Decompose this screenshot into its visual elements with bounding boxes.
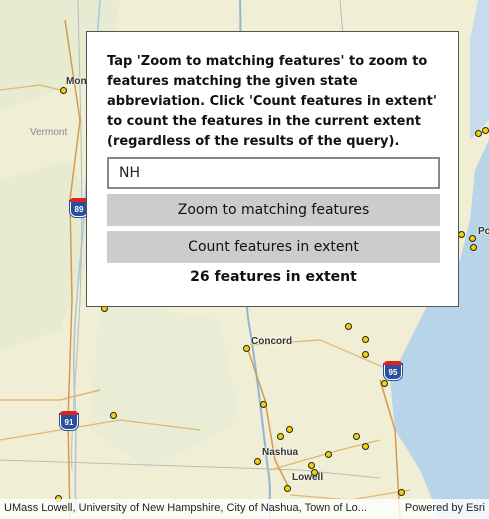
place-label-nashua: Nashua xyxy=(262,447,299,458)
feature-point[interactable] xyxy=(381,380,388,387)
highway-shield-i95: 95 xyxy=(384,361,402,380)
feature-point[interactable] xyxy=(325,451,332,458)
feature-point[interactable] xyxy=(345,323,352,330)
highway-shield-i91: 91 xyxy=(60,411,78,430)
feature-point[interactable] xyxy=(458,231,465,238)
attribution-text[interactable]: UMass Lowell, University of New Hampshir… xyxy=(4,502,394,514)
place-label-concord: Concord xyxy=(251,336,293,347)
result-text: 26 features in extent xyxy=(190,269,357,285)
query-panel: Tap 'Zoom to matching features' to zoom … xyxy=(86,31,459,307)
feature-point[interactable] xyxy=(398,489,405,496)
state-label-vermont: Vermont xyxy=(30,127,68,138)
feature-point[interactable] xyxy=(362,351,369,358)
count-features-in-extent-button[interactable]: Count features in extent xyxy=(107,231,440,263)
instructions-text: Tap 'Zoom to matching features' to zoom … xyxy=(107,54,437,149)
feature-point[interactable] xyxy=(362,443,369,450)
attribution-bar: UMass Lowell, University of New Hampshir… xyxy=(0,499,489,519)
feature-point[interactable] xyxy=(353,433,360,440)
feature-point[interactable] xyxy=(60,87,67,94)
feature-point[interactable] xyxy=(470,244,477,251)
feature-point[interactable] xyxy=(277,433,284,440)
feature-point[interactable] xyxy=(311,469,318,476)
feature-point[interactable] xyxy=(482,127,489,134)
state-abbreviation-input[interactable] xyxy=(107,157,440,189)
feature-point[interactable] xyxy=(362,336,369,343)
place-label-lowell: Lowell xyxy=(292,472,324,483)
powered-by-esri: Powered by Esri xyxy=(404,502,485,514)
place-label-montpelier: Mon xyxy=(66,76,87,87)
feature-point[interactable] xyxy=(243,345,250,352)
feature-point[interactable] xyxy=(469,235,476,242)
place-label-portsmouth: Po xyxy=(478,226,489,237)
feature-point[interactable] xyxy=(110,412,117,419)
zoom-to-matching-features-button[interactable]: Zoom to matching features xyxy=(107,194,440,226)
feature-point[interactable] xyxy=(475,130,482,137)
feature-point[interactable] xyxy=(260,401,267,408)
feature-point[interactable] xyxy=(254,458,261,465)
feature-point[interactable] xyxy=(308,462,315,469)
feature-point[interactable] xyxy=(286,426,293,433)
feature-point[interactable] xyxy=(284,485,291,492)
